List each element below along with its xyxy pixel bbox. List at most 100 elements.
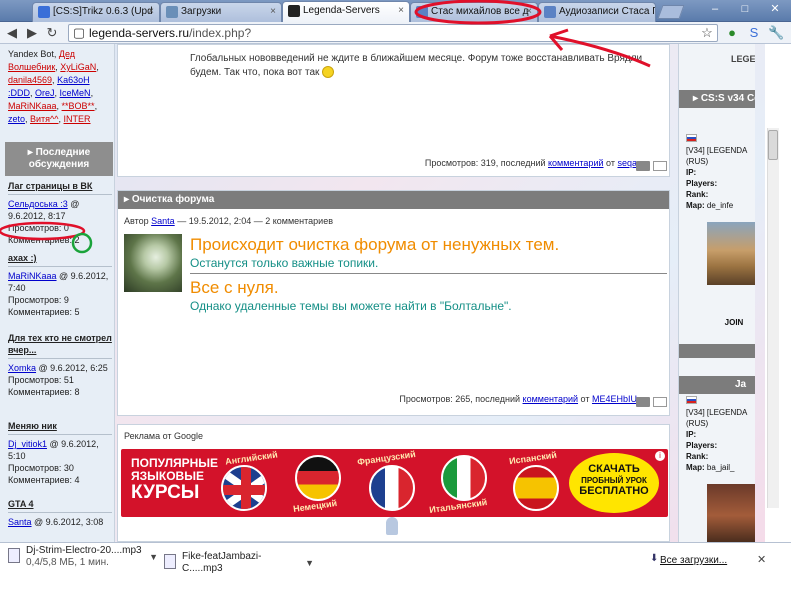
news-post: ▸ Очистка форума Автор Santa — 19.5.2012… <box>117 190 670 416</box>
back-icon[interactable]: ◀ <box>4 25 20 41</box>
vk-favicon-icon <box>544 6 556 18</box>
wrench-icon[interactable]: 🔧 <box>768 25 784 41</box>
left-sidebar: Yandex Bot, Дед Волшебник, XyLiGaN, dani… <box>0 44 115 542</box>
print-icon[interactable] <box>636 161 650 171</box>
email-icon[interactable] <box>653 397 667 407</box>
close-tab-icon[interactable]: × <box>148 3 154 21</box>
user-link[interactable]: MaRiNKaaa <box>8 101 57 111</box>
email-icon[interactable] <box>653 161 667 171</box>
discussion-title[interactable]: Меняю ник <box>8 420 112 435</box>
server-info: [V34] [LEGENDA (RUS) IP: Players: Rank: … <box>686 134 755 211</box>
scroll-thumb[interactable] <box>768 130 778 160</box>
ad-banner[interactable]: ПОПУЛЯРНЫЕ ЯЗЫКОВЫЕ КУРСЫ Английский Нем… <box>121 449 668 517</box>
news-post-previous: Глобальных нововведений не ждите в ближа… <box>117 44 670 177</box>
server-info: [V34] [LEGENDA (RUS) IP: Players: Rank: … <box>686 396 755 473</box>
spain-flag-icon <box>513 465 559 511</box>
vk-favicon-icon <box>416 6 428 18</box>
chevron-down-icon[interactable]: ▼ <box>305 557 314 569</box>
discussion-author[interactable]: MaRiNKaaa <box>8 271 57 281</box>
download-item[interactable]: Fike-featJambazi-C.....mp3 ▼ <box>162 551 314 581</box>
server-block-footer <box>679 344 755 358</box>
tab-stas-mikhailov[interactable]: Стас михайлов все д × <box>410 2 538 22</box>
flag-label: Немецкий <box>292 497 338 515</box>
user-link[interactable]: zeto <box>8 114 25 124</box>
user-link[interactable]: danila4569 <box>8 75 52 85</box>
all-downloads-link[interactable]: Все загрузки... <box>660 555 727 566</box>
tab-downloads[interactable]: Загрузки × <box>160 2 282 22</box>
skype-icon[interactable]: S <box>746 25 762 41</box>
ad-title: Реклама от Google <box>124 431 204 441</box>
close-shelf-icon[interactable]: ✕ <box>757 553 766 566</box>
scroll-track[interactable] <box>767 128 779 508</box>
close-tab-icon[interactable]: × <box>398 2 404 20</box>
bookmark-star-icon[interactable]: ☆ <box>699 25 715 41</box>
tab-legenda[interactable]: Legenda-Servers × <box>282 1 410 23</box>
user-link[interactable]: **BOB** <box>62 101 95 111</box>
tab-strip: [CS:S]Trikz 0.6.3 (Upd × Загрузки × Lege… <box>0 0 791 23</box>
browser-toolbar: ◀ ▶ ↻ ▢ legenda-servers.ru/index.php? ☆ … <box>0 22 791 44</box>
page-icon: ▢ <box>72 25 86 40</box>
comment-author-link[interactable]: ME4EHbIU <box>592 394 637 404</box>
logo-fragment: LEGE <box>731 54 755 64</box>
download-shelf: Dj-Strim-Electro-20....mp3 0,4/5,8 МБ, 1… <box>0 542 791 604</box>
comment-author-link[interactable]: seqa <box>617 158 637 168</box>
tab-audio[interactable]: Аудиозаписи Стаса Г <box>538 2 656 22</box>
discussion-author[interactable]: Xomka <box>8 363 36 373</box>
flag-label: Французский <box>356 449 417 468</box>
user-link[interactable]: OreJ <box>35 88 55 98</box>
smiley-icon <box>322 66 335 79</box>
discussion-item: ахах :) MaRiNKaaa @ 9.6.2012, 7:40 Просм… <box>8 252 112 318</box>
discussion-item: Для тех кто не смотрел вчер... Xomka @ 9… <box>8 332 112 397</box>
maximize-button[interactable]: □ <box>730 0 760 18</box>
tab-trikz[interactable]: [CS:S]Trikz 0.6.3 (Upd × <box>32 2 160 22</box>
minimize-button[interactable]: – <box>700 0 730 18</box>
map-preview-image <box>707 222 755 285</box>
close-window-button[interactable]: ✕ <box>760 0 790 18</box>
reload-icon[interactable]: ↻ <box>44 25 60 41</box>
user-link[interactable]: Витя^^ <box>30 114 58 124</box>
germany-flag-icon <box>295 455 341 501</box>
new-tab-button[interactable] <box>657 5 685 19</box>
discussion-title[interactable]: Лаг страницы в ВК <box>8 180 112 195</box>
user-link[interactable]: XyLiGaN <box>60 62 96 72</box>
url-text[interactable]: legenda-servers.ru/index.php? <box>89 26 251 40</box>
post-author-link[interactable]: Santa <box>151 216 175 226</box>
download-free-lesson-button[interactable]: СКАЧАТЬ ПРОБНЫЙ УРОК БЕСПЛАТНО <box>569 453 659 513</box>
legenda-favicon-icon <box>288 5 300 17</box>
online-users: Yandex Bot, Дед Волшебник, XyLiGaN, dani… <box>8 49 99 124</box>
post-title-bar: ▸ Очистка форума <box>118 191 669 209</box>
discussion-title[interactable]: Для тех кто не смотрел вчер... <box>8 332 112 359</box>
download-item[interactable]: Dj-Strim-Electro-20....mp3 0,4/5,8 МБ, 1… <box>6 545 158 575</box>
address-bar[interactable]: ▢ legenda-servers.ru/index.php? ☆ <box>68 24 718 42</box>
user-link[interactable]: INTER <box>64 114 91 124</box>
google-ad-block: Реклама от Google ПОПУЛЯРНЫЕ ЯЗЫКОВЫЕ КУ… <box>117 424 670 542</box>
discussion-author[interactable]: Santa <box>8 517 32 527</box>
post-meta: Просмотров: 319, последний комментарий о… <box>424 158 637 168</box>
join-server-button[interactable]: JOIN <box>709 318 755 327</box>
discussion-title[interactable]: GTA 4 <box>8 498 112 513</box>
close-tab-icon[interactable]: × <box>270 3 276 21</box>
page-scrollbar[interactable] <box>765 44 791 542</box>
ad-info-icon[interactable]: i <box>655 451 665 461</box>
last-comment-link[interactable]: комментарий <box>548 158 603 168</box>
post-divider <box>190 273 667 274</box>
chevron-down-icon[interactable]: ▼ <box>149 551 158 563</box>
flag-label: Испанский <box>508 449 558 467</box>
discussion-item: GTA 4 Santa @ 9.6.2012, 3:08 <box>8 498 112 528</box>
discussion-author[interactable]: Dj_vitiok1 <box>8 439 47 449</box>
discussion-item: Лаг страницы в ВК Сельдоська :3 @ 9.6.20… <box>8 180 112 246</box>
discussion-author[interactable]: Сельдоська :3 <box>8 199 68 209</box>
france-flag-icon <box>369 465 415 511</box>
post-heading-1: Происходит очистка форума от ненужных те… <box>190 235 560 254</box>
forward-icon[interactable]: ▶ <box>24 25 40 41</box>
extension-icon[interactable]: ● <box>724 25 740 41</box>
flag-label: Английский <box>224 449 279 467</box>
discussion-title[interactable]: ахах :) <box>8 252 112 267</box>
last-comment-link[interactable]: комментарий <box>523 394 578 404</box>
user-link[interactable]: IceMeN <box>60 88 91 98</box>
download-icon <box>166 6 178 18</box>
post-meta: Просмотров: 265, последний комментарий о… <box>399 394 637 404</box>
print-icon[interactable] <box>636 397 650 407</box>
discussion-item: Меняю ник Dj_vitiok1 @ 9.6.2012, 5:10 Пр… <box>8 420 112 486</box>
close-tab-icon[interactable]: × <box>526 3 532 21</box>
